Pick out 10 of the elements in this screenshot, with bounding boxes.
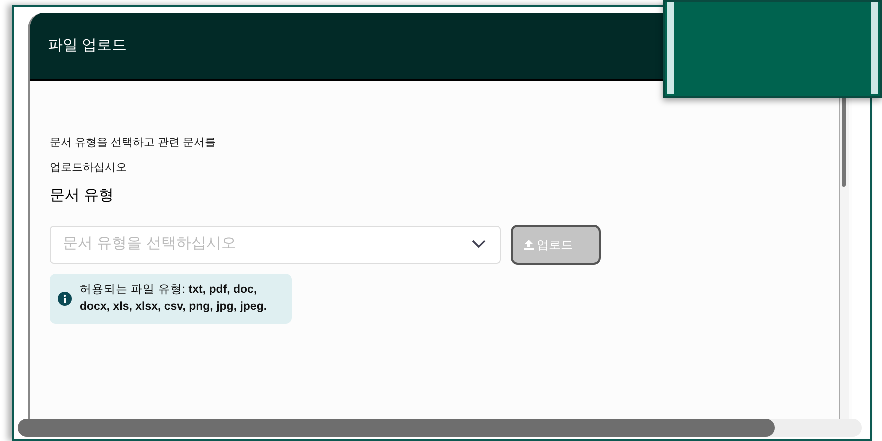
document-type-select[interactable]: 문서 유형을 선택하십시오 xyxy=(50,226,501,264)
dialog-title: 파일 업로드 xyxy=(48,36,128,56)
upload-icon xyxy=(523,238,535,250)
field-label: 문서 유형 xyxy=(50,186,116,206)
allowed-file-types-text: 허용되는 파일 유형: txt, pdf, doc, docx, xls, xlsx, csv, png, jpg, jpeg. xyxy=(80,282,268,314)
chevron-down-icon xyxy=(472,240,486,249)
info-icon xyxy=(58,292,72,306)
instruction-text: 문서 유형을 선택하고 관련 문서를 xyxy=(50,136,218,151)
instruction-text: 업로드하십시오 xyxy=(50,161,128,176)
scrollbar-thumb[interactable] xyxy=(842,95,846,187)
